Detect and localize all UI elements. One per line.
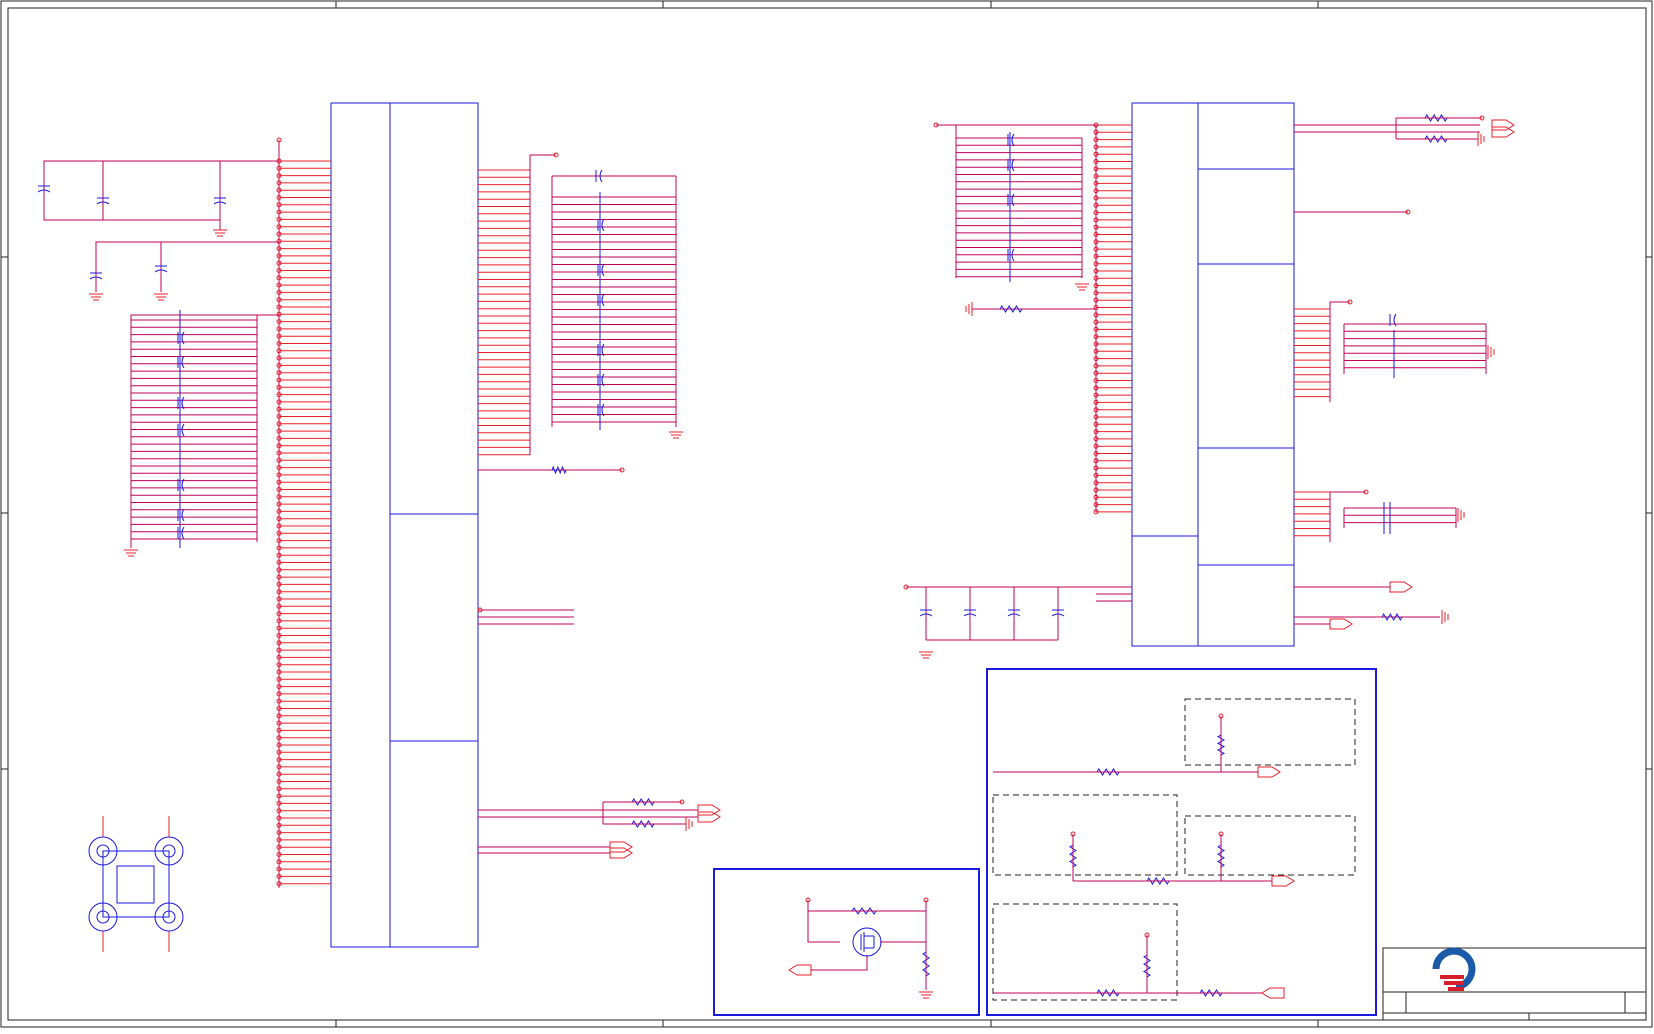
sheet-frame (0, 0, 1653, 1028)
offpage-port (697, 804, 721, 816)
resistor (1381, 612, 1403, 622)
q-logo-icon (1432, 947, 1476, 991)
strap-options-block (986, 668, 1377, 1016)
generated-schematic (37, 114, 1515, 999)
mosfet-switch-block (713, 868, 980, 1016)
decoupling-caps-middle (551, 169, 683, 439)
switch-block-parts (788, 907, 933, 999)
offpage-port (1271, 875, 1295, 887)
ic-right-body[interactable] (1131, 102, 1295, 647)
mosfet-icon (860, 932, 875, 952)
schematic-sheet (0, 0, 1654, 1029)
offpage-port (1389, 581, 1413, 593)
connector-left-pins (276, 152, 721, 887)
connector-left-body[interactable] (330, 102, 479, 948)
offpage-port (1261, 987, 1285, 999)
ic-right-pins (903, 114, 1515, 659)
mounting-pad-footprint (88, 816, 184, 952)
offpage-port (1329, 618, 1353, 630)
resistor (999, 305, 1023, 313)
strap-block-parts (1069, 713, 1295, 999)
title-block (1382, 947, 1647, 1021)
schematic-canvas (0, 0, 1653, 1028)
decoupling-caps-top-left (43, 137, 282, 888)
offpage-port (1491, 119, 1515, 131)
offpage-port (1491, 126, 1515, 138)
offpage-port (697, 811, 721, 823)
offpage-port (788, 964, 812, 976)
offpage-port (1257, 766, 1281, 778)
resistor (551, 465, 567, 475)
